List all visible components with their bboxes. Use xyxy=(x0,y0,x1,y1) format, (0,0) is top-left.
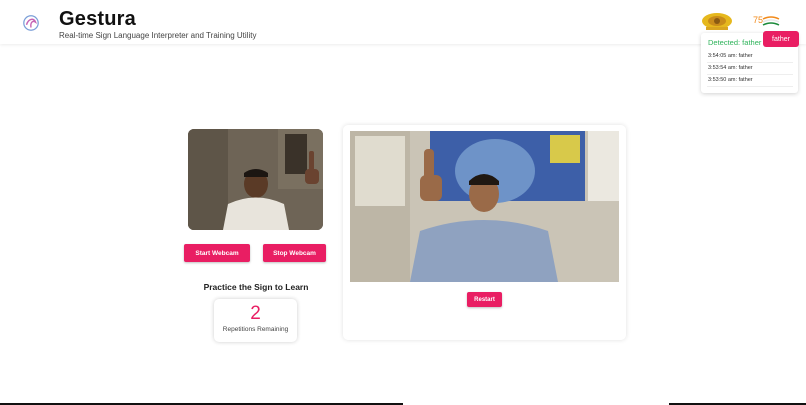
practice-heading: Practice the Sign to Learn xyxy=(203,282,309,292)
app-subtitle: Real-time Sign Language Interpreter and … xyxy=(59,31,257,40)
state-emblem-icon xyxy=(702,13,732,30)
history-item: 3:53:54 am: father xyxy=(707,63,793,75)
detection-history: 3:54:05 am: father 3:53:54 am: father 3:… xyxy=(707,51,793,87)
repetitions-count: 2 xyxy=(250,303,261,324)
app-title: Gestura xyxy=(59,8,136,30)
repetitions-label: Repetitions Remaining xyxy=(222,326,289,333)
app-header: Gestura Real-time Sign Language Interpre… xyxy=(0,0,806,44)
stop-webcam-button[interactable]: Stop Webcam xyxy=(263,244,326,262)
history-item: 3:53:50 am: father xyxy=(707,75,793,87)
svg-text:75: 75 xyxy=(753,15,763,25)
demo-video-frame xyxy=(350,131,619,282)
detection-panel: Detected: father father 3:54:05 am: fath… xyxy=(701,31,799,93)
detected-label: Detected: father xyxy=(708,38,762,47)
start-webcam-button[interactable]: Start Webcam xyxy=(184,244,250,262)
gestura-logo-icon xyxy=(23,15,39,31)
restart-button[interactable]: Restart xyxy=(467,292,502,307)
app-root: Gestura Real-time Sign Language Interpre… xyxy=(0,0,806,405)
detected-sign-badge: father xyxy=(763,31,799,47)
user-webcam-feed xyxy=(188,129,323,230)
sign-demo-video[interactable] xyxy=(350,131,619,282)
webcam-image xyxy=(188,129,323,230)
azadi-ka-amrit-mahotsav-logo: 75 xyxy=(753,15,780,26)
repetitions-card: 2 Repetitions Remaining xyxy=(214,299,297,342)
demo-card xyxy=(343,125,626,340)
history-item: 3:54:05 am: father xyxy=(707,51,793,63)
